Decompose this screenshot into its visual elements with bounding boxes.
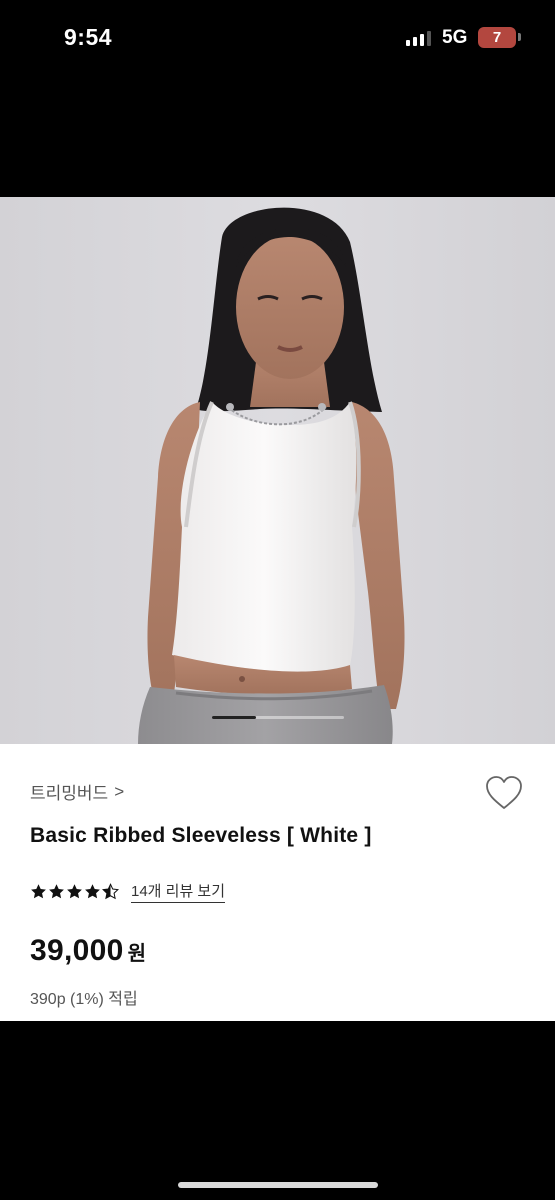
brand-name: 트리밍버드 xyxy=(30,784,109,803)
battery-level: 7 xyxy=(492,29,502,46)
price: 39,000 원 xyxy=(30,934,146,968)
chevron-right-icon: > xyxy=(114,781,125,801)
status-time: 9:54 xyxy=(64,24,113,50)
star-full-icon xyxy=(49,884,64,899)
status-bar: 9:54 5G 7 xyxy=(0,0,555,76)
star-half-icon xyxy=(102,883,119,900)
signal-strength-icon xyxy=(406,30,431,46)
product-image[interactable] xyxy=(0,197,555,744)
review-link[interactable]: 14개 리뷰 보기 xyxy=(131,880,226,903)
brand-link[interactable]: 트리밍버드 > xyxy=(30,779,124,804)
price-currency: 원 xyxy=(127,943,146,965)
star-full-icon xyxy=(85,884,100,899)
heart-outline-icon[interactable] xyxy=(484,774,524,812)
battery-tip xyxy=(518,33,521,41)
network-type: 5G xyxy=(442,27,468,48)
reward-points: 390p (1%) 적립 xyxy=(30,991,138,1008)
product-info-panel: 트리밍버드 > Basic Ribbed Sleeveless [ White … xyxy=(0,744,555,1021)
product-photo-illustration xyxy=(0,197,555,744)
product-title: Basic Ribbed Sleeveless [ White ] xyxy=(30,824,372,847)
battery-icon: 7 xyxy=(478,27,516,48)
rating-row: 14개 리뷰 보기 xyxy=(30,880,226,903)
home-indicator[interactable] xyxy=(178,1182,378,1188)
bottom-blank-area xyxy=(0,1021,555,1200)
rating-stars xyxy=(30,883,119,900)
photo-pager-thumb xyxy=(212,716,256,719)
star-full-icon xyxy=(67,884,82,899)
star-full-icon xyxy=(31,884,46,899)
price-value: 39,000 xyxy=(30,934,124,967)
